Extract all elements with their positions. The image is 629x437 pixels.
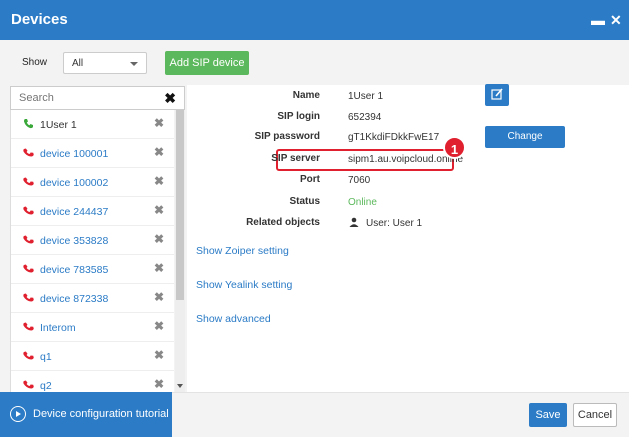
minimize-icon[interactable]: ▬ bbox=[591, 12, 605, 28]
device-list-item[interactable]: Interom ✖ bbox=[11, 313, 174, 342]
phone-icon bbox=[23, 264, 34, 273]
device-list-panel: ✖ 1User 1✖device 100001✖device 100002✖de… bbox=[0, 85, 187, 392]
device-name: q2 bbox=[40, 380, 52, 392]
cancel-button[interactable]: Cancel bbox=[573, 403, 617, 427]
device-list-item[interactable]: device 100002 ✖ bbox=[11, 168, 174, 197]
phone-icon bbox=[23, 380, 34, 389]
sip-login-value: 652394 bbox=[348, 112, 382, 123]
close-icon[interactable]: ✕ bbox=[610, 12, 622, 29]
sip-server-label: SIP server bbox=[271, 153, 320, 164]
filter-bar: Show All Add SIP device bbox=[0, 40, 629, 85]
delete-device-icon[interactable]: ✖ bbox=[154, 261, 164, 275]
status-value: Online bbox=[348, 197, 377, 208]
delete-device-icon[interactable]: ✖ bbox=[154, 232, 164, 246]
phone-icon bbox=[23, 177, 34, 186]
sip-password-label: SIP password bbox=[254, 131, 320, 142]
clear-search-icon[interactable]: ✖ bbox=[164, 90, 176, 107]
device-tutorial-button[interactable]: Device configuration tutorial bbox=[0, 392, 172, 437]
status-label: Status bbox=[289, 196, 320, 207]
device-list-item[interactable]: device 353828 ✖ bbox=[11, 226, 174, 255]
show-zoiper-link[interactable]: Show Zoiper setting bbox=[196, 245, 289, 257]
window-title: Devices bbox=[11, 11, 68, 28]
show-select[interactable]: All bbox=[63, 52, 147, 74]
show-yealink-link[interactable]: Show Yealink setting bbox=[196, 279, 292, 291]
device-list-item[interactable]: device 100001 ✖ bbox=[11, 139, 174, 168]
related-objects-label: Related objects bbox=[246, 217, 320, 228]
device-name: q1 bbox=[40, 351, 52, 363]
device-list-item[interactable]: device 244437 ✖ bbox=[11, 197, 174, 226]
delete-device-icon[interactable]: ✖ bbox=[154, 145, 164, 159]
device-name: device 244437 bbox=[40, 206, 109, 218]
device-list-item[interactable]: q2 ✖ bbox=[11, 371, 174, 392]
device-name: device 100002 bbox=[40, 177, 109, 189]
device-name: Interom bbox=[40, 322, 76, 334]
title-bar: Devices ▬ ✕ bbox=[0, 0, 629, 40]
device-list: 1User 1 ✖ device 100001 ✖ device 100002 ✖ devi… bbox=[10, 110, 174, 392]
delete-device-icon[interactable]: ✖ bbox=[154, 174, 164, 188]
scroll-down-icon[interactable] bbox=[177, 384, 183, 388]
port-label: Port bbox=[300, 174, 320, 185]
device-name: 1User 1 bbox=[40, 119, 77, 131]
phone-icon bbox=[23, 351, 34, 360]
phone-icon bbox=[23, 235, 34, 244]
device-name: device 872338 bbox=[40, 293, 109, 305]
name-label: Name bbox=[292, 90, 320, 101]
device-list-item[interactable]: device 872338 ✖ bbox=[11, 284, 174, 313]
play-icon bbox=[10, 406, 26, 422]
phone-icon bbox=[23, 322, 34, 331]
delete-device-icon[interactable]: ✖ bbox=[154, 203, 164, 217]
annotation-badge: 1 bbox=[443, 136, 466, 159]
device-name: device 783585 bbox=[40, 264, 109, 276]
delete-device-icon[interactable]: ✖ bbox=[154, 290, 164, 304]
port-value: 7060 bbox=[348, 175, 371, 186]
add-sip-device-button[interactable]: Add SIP device bbox=[165, 51, 249, 75]
change-password-button[interactable]: Change password bbox=[485, 126, 565, 164]
device-name: device 100001 bbox=[40, 148, 109, 160]
phone-icon bbox=[23, 148, 34, 157]
sip-login-label: SIP login bbox=[277, 111, 320, 122]
delete-device-icon[interactable]: ✖ bbox=[154, 319, 164, 333]
show-label: Show bbox=[22, 57, 48, 68]
chevron-down-icon bbox=[130, 62, 138, 66]
delete-device-icon[interactable]: ✖ bbox=[154, 116, 164, 130]
delete-device-icon[interactable]: ✖ bbox=[154, 377, 164, 391]
device-list-item[interactable]: 1User 1 ✖ bbox=[11, 110, 174, 139]
search-input[interactable] bbox=[11, 87, 151, 109]
device-list-item[interactable]: q1 ✖ bbox=[11, 342, 174, 371]
phone-icon bbox=[23, 293, 34, 302]
device-name: device 353828 bbox=[40, 235, 109, 247]
show-select-value: All bbox=[72, 58, 84, 69]
name-value: 1User 1 bbox=[348, 91, 384, 102]
related-objects-value[interactable]: User: User 1 bbox=[366, 218, 422, 229]
save-button[interactable]: Save bbox=[529, 403, 567, 427]
edit-name-button[interactable] bbox=[485, 84, 509, 106]
phone-icon bbox=[23, 206, 34, 215]
sip-password-value: gT1KkdiFDkkFwE17 bbox=[348, 132, 440, 143]
user-icon bbox=[349, 217, 359, 227]
device-list-item[interactable]: device 783585 ✖ bbox=[11, 255, 174, 284]
edit-icon bbox=[491, 88, 503, 100]
phone-icon bbox=[23, 119, 33, 129]
tutorial-label: Device configuration tutorial bbox=[33, 408, 169, 420]
show-advanced-link[interactable]: Show advanced bbox=[196, 313, 271, 325]
delete-device-icon[interactable]: ✖ bbox=[154, 348, 164, 362]
search-box: ✖ bbox=[10, 86, 185, 110]
